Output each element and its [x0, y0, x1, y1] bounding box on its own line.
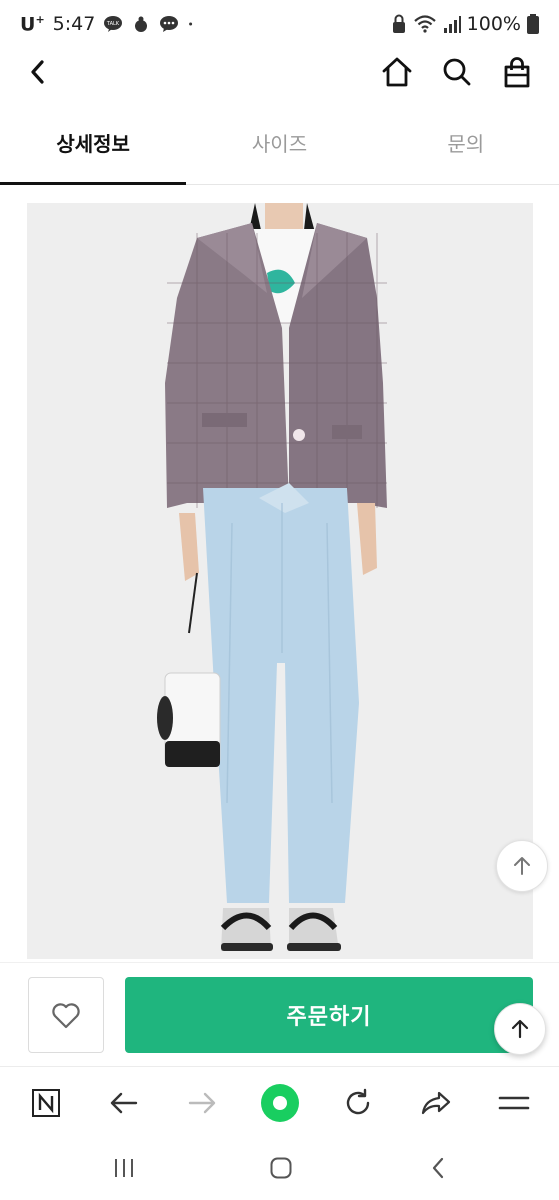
home-button[interactable]: [375, 50, 419, 94]
shopping-bag-icon: [504, 57, 530, 88]
menu-button[interactable]: [490, 1079, 538, 1127]
status-bar: U+ 5:47 TALK 100%: [0, 0, 559, 50]
browser-toolbar: [0, 1066, 559, 1138]
recent-apps-button[interactable]: [104, 1152, 144, 1184]
search-icon: [443, 58, 471, 86]
more-dot-icon: [189, 22, 193, 26]
refresh-icon: [346, 1088, 370, 1115]
naver-icon: [32, 1089, 60, 1117]
signal-icon: [443, 16, 461, 33]
model-photo: [27, 203, 533, 959]
scroll-top-button[interactable]: [496, 840, 548, 892]
arrow-up-icon: [511, 1019, 529, 1039]
recent-apps-icon: [115, 1159, 133, 1177]
battery-percent: 100%: [466, 13, 521, 35]
cart-button[interactable]: [495, 50, 539, 94]
chat-notification-icon: [160, 16, 179, 33]
wifi-icon: [413, 15, 436, 33]
clock: 5:47: [52, 13, 96, 36]
detail-tabs: 상세정보 사이즈 문의: [0, 115, 559, 185]
home-circle-icon: [270, 1157, 292, 1179]
heart-icon: [52, 1003, 80, 1029]
scroll-top-floating-button[interactable]: [494, 1003, 546, 1055]
carrier-label: U+: [20, 13, 45, 36]
back-icon: [31, 60, 44, 84]
svg-text:TALK: TALK: [106, 21, 120, 27]
home-icon: [382, 57, 412, 87]
status-left: U+ 5:47 TALK: [20, 13, 199, 35]
search-button[interactable]: [435, 50, 479, 94]
talk-notification-icon: TALK: [104, 16, 123, 33]
share-icon: [421, 1091, 451, 1115]
system-back-button[interactable]: [418, 1152, 458, 1184]
app-header: [0, 50, 559, 110]
system-nav-bar: [0, 1138, 559, 1200]
tab-size[interactable]: 사이즈: [186, 115, 372, 184]
refresh-button[interactable]: [334, 1079, 382, 1127]
arrow-up-icon: [514, 857, 530, 875]
lock-icon: [392, 14, 405, 33]
purchase-bar: 주문하기: [0, 962, 559, 1062]
menu-icon: [498, 1096, 530, 1110]
tab-inquiry[interactable]: 문의: [373, 115, 559, 184]
wishlist-button[interactable]: [28, 977, 104, 1053]
back-chevron-icon: [432, 1157, 444, 1179]
share-button[interactable]: [412, 1079, 460, 1127]
battery-icon: [527, 14, 539, 34]
mail-notification-icon: [135, 16, 148, 33]
status-right: 100%: [391, 13, 539, 35]
product-image: [27, 203, 533, 959]
system-home-button[interactable]: [261, 1152, 301, 1184]
order-button[interactable]: 주문하기: [125, 977, 533, 1053]
back-arrow-icon: [110, 1092, 138, 1114]
back-button[interactable]: [16, 50, 60, 94]
browser-back-button[interactable]: [100, 1079, 148, 1127]
forward-arrow-icon: [188, 1092, 216, 1114]
browser-home-button[interactable]: [256, 1079, 304, 1127]
green-dot-icon: [261, 1084, 299, 1122]
browser-forward-button[interactable]: [178, 1079, 226, 1127]
naver-button[interactable]: [22, 1079, 70, 1127]
tab-detail[interactable]: 상세정보: [0, 115, 187, 185]
